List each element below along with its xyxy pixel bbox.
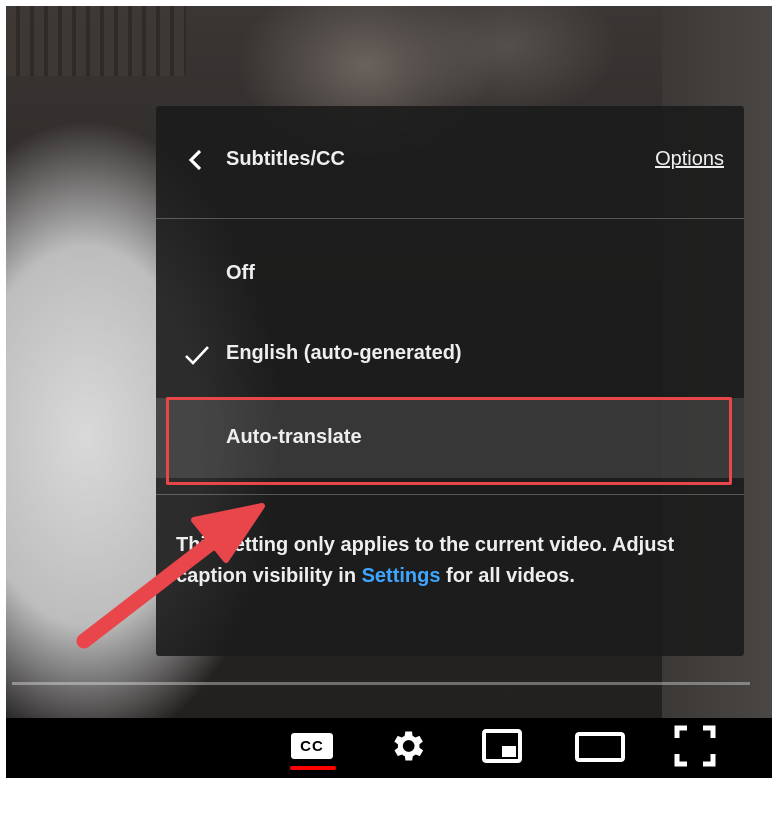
miniplayer-icon	[482, 729, 522, 763]
gear-icon	[394, 731, 424, 761]
theater-mode-icon	[575, 732, 625, 762]
miniplayer-button[interactable]	[476, 724, 528, 768]
menu-item-label: English (auto-generated)	[226, 342, 462, 364]
subtitles-icon: CC	[291, 733, 333, 759]
menu-header: Subtitles/CC Options	[156, 106, 744, 219]
subtitles-menu: Subtitles/CC Options Off English (auto-g…	[156, 106, 744, 656]
fullscreen-icon	[674, 725, 716, 767]
note-text-after: for all videos.	[440, 565, 575, 587]
video-background-shelf	[6, 6, 186, 76]
menu-item-label: Off	[226, 262, 255, 284]
menu-item-label: Auto-translate	[226, 426, 362, 448]
menu-item-auto-translate[interactable]: Auto-translate	[156, 398, 744, 478]
theater-mode-button[interactable]	[574, 724, 626, 768]
player-controls: CC	[6, 718, 772, 778]
subtitles-active-indicator	[290, 766, 336, 770]
caption-settings-note: This setting only applies to the current…	[176, 530, 716, 592]
subtitles-button[interactable]: CC	[286, 724, 338, 770]
fullscreen-button[interactable]	[669, 724, 721, 768]
video-player[interactable]: CC Subtitles/CC Options Off English (aut…	[6, 6, 772, 778]
cc-label: CC	[300, 737, 324, 755]
settings-link[interactable]: Settings	[362, 565, 441, 587]
menu-item-english-auto-generated[interactable]: English (auto-generated)	[156, 314, 744, 394]
settings-button[interactable]	[381, 724, 433, 768]
menu-divider	[156, 494, 744, 495]
progress-bar[interactable]	[12, 682, 750, 685]
menu-item-off[interactable]: Off	[156, 234, 744, 314]
options-link[interactable]: Options	[655, 148, 724, 171]
menu-title: Subtitles/CC	[226, 148, 345, 170]
checkmark-icon	[185, 346, 209, 365]
chevron-left-icon[interactable]	[184, 148, 208, 172]
